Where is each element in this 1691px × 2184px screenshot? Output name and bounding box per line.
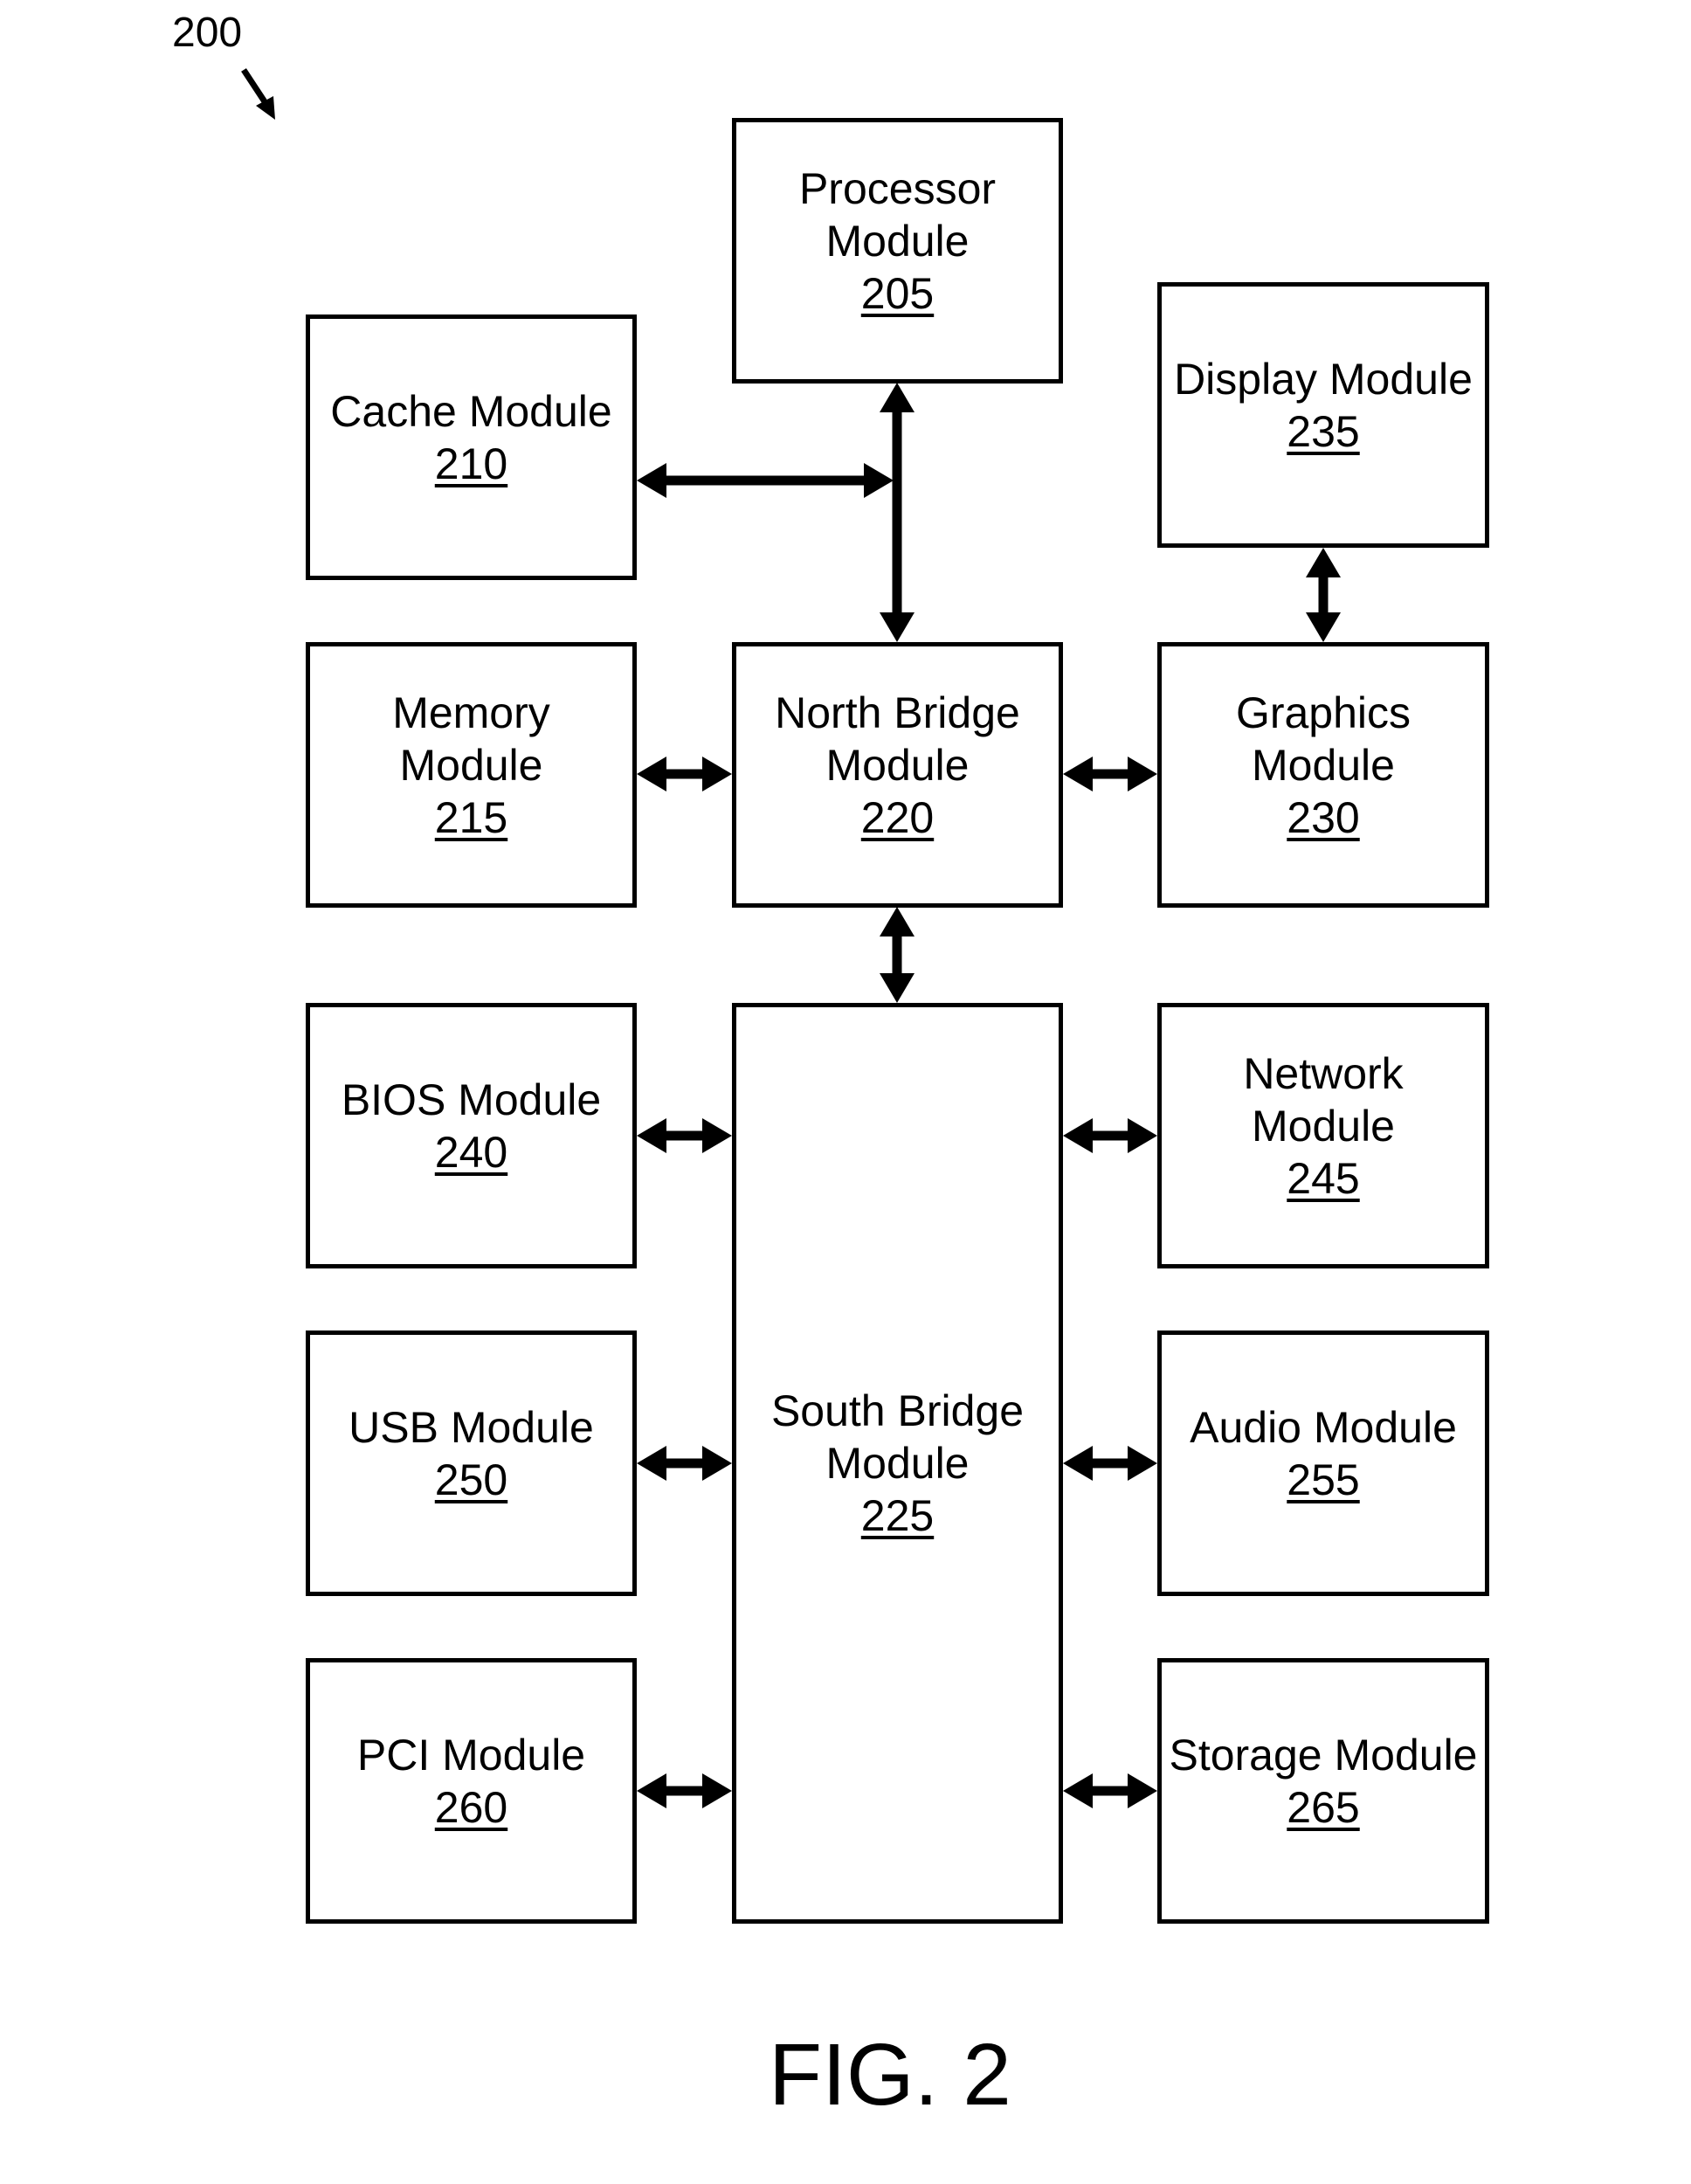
module-reference-number: 210 bbox=[434, 439, 508, 488]
northbridge-graphics-arrow bbox=[1063, 757, 1157, 791]
module-name: North Bridge Module bbox=[775, 688, 1020, 790]
module-reference-number: 235 bbox=[1287, 407, 1360, 456]
memory-northbridge-arrow bbox=[637, 757, 732, 791]
northbridge-southbridge-arrow bbox=[880, 907, 915, 1003]
usb-module-box: USB Module 250 bbox=[306, 1330, 637, 1596]
pci-module-box: PCI Module 260 bbox=[306, 1658, 637, 1924]
pci-southbridge-arrow bbox=[637, 1773, 732, 1808]
module-name: Audio Module bbox=[1190, 1403, 1457, 1452]
processor-northbridge-arrow bbox=[880, 383, 915, 642]
module-name: Display Module bbox=[1174, 355, 1473, 404]
bios-southbridge-arrow bbox=[637, 1118, 732, 1153]
south-bridge-module-box: South Bridge Module 225 bbox=[732, 1003, 1063, 1924]
bios-module-box: BIOS Module 240 bbox=[306, 1003, 637, 1268]
figure-caption: FIG. 2 bbox=[769, 2026, 1011, 2124]
usb-southbridge-arrow bbox=[637, 1446, 732, 1481]
processor-module-box: Processor Module 205 bbox=[732, 118, 1063, 384]
audio-module-box: Audio Module 255 bbox=[1157, 1330, 1489, 1596]
figure-reference-number: 200 bbox=[172, 10, 243, 56]
cache-bus-arrow bbox=[637, 463, 894, 498]
module-name: Storage Module bbox=[1169, 1731, 1478, 1780]
module-name: South Bridge Module bbox=[770, 1386, 1025, 1488]
southbridge-storage-arrow bbox=[1063, 1773, 1157, 1808]
module-reference-number: 240 bbox=[434, 1128, 508, 1177]
module-reference-number: 250 bbox=[434, 1455, 508, 1504]
module-name: Processor Module bbox=[798, 164, 997, 266]
module-name: Memory Module bbox=[392, 688, 550, 790]
module-reference-number: 255 bbox=[1287, 1455, 1360, 1504]
module-name: Network Module bbox=[1243, 1049, 1404, 1151]
module-reference-number: 215 bbox=[434, 793, 508, 842]
module-name: BIOS Module bbox=[341, 1075, 602, 1124]
module-reference-number: 225 bbox=[860, 1491, 935, 1540]
reference-pointer-arrow bbox=[241, 68, 275, 120]
module-reference-number: 265 bbox=[1287, 1783, 1360, 1832]
module-reference-number: 230 bbox=[1287, 793, 1360, 842]
module-reference-number: 260 bbox=[434, 1783, 508, 1832]
module-reference-number: 220 bbox=[860, 793, 935, 842]
north-bridge-module-box: North Bridge Module 220 bbox=[732, 642, 1063, 908]
network-module-box: Network Module 245 bbox=[1157, 1003, 1489, 1268]
southbridge-audio-arrow bbox=[1063, 1446, 1157, 1481]
graphics-module-box: Graphics Module 230 bbox=[1157, 642, 1489, 908]
module-name: Graphics Module bbox=[1235, 688, 1411, 790]
cache-module-box: Cache Module 210 bbox=[306, 314, 637, 580]
display-module-box: Display Module 235 bbox=[1157, 282, 1489, 548]
memory-module-box: Memory Module 215 bbox=[306, 642, 637, 908]
module-name: PCI Module bbox=[356, 1731, 586, 1780]
display-graphics-arrow bbox=[1306, 548, 1341, 642]
module-name: USB Module bbox=[349, 1403, 594, 1452]
storage-module-box: Storage Module 265 bbox=[1157, 1658, 1489, 1924]
module-reference-number: 245 bbox=[1287, 1154, 1360, 1203]
module-reference-number: 205 bbox=[860, 269, 935, 318]
southbridge-network-arrow bbox=[1063, 1118, 1157, 1153]
module-name: Cache Module bbox=[330, 387, 612, 436]
